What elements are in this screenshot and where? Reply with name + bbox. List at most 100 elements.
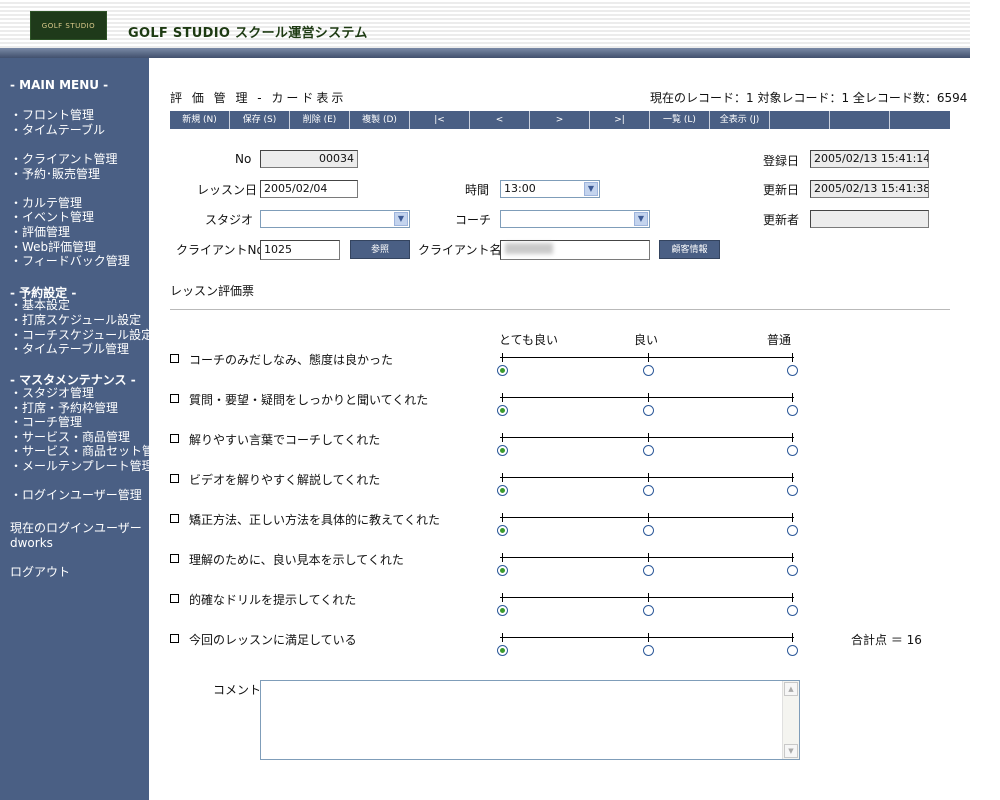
rating-radio-good[interactable] [643,445,654,456]
sidebar-item-events[interactable]: ・イベント管理 [10,210,94,225]
rating-scale-line [500,517,794,518]
prev-record-button[interactable]: < [470,111,530,129]
lesson-date-label: レッスン日 [197,183,258,197]
updated-label: 更新日 [763,183,800,197]
checkbox-square-icon [170,514,179,523]
divider [170,309,950,310]
new-button[interactable]: 新規 (N) [170,111,230,129]
updated-field[interactable]: 2005/02/13 15:41:38 [810,180,929,198]
sidebar-item-front[interactable]: ・フロント管理 [10,108,94,123]
sidebar-item-karte[interactable]: ・カルテ管理 [10,196,82,211]
sidebar-item-service-sets[interactable]: ・サービス・商品セット管理 [10,444,166,459]
rating-radio-average[interactable] [787,485,798,496]
question-text: 理解のために、良い見本を示してくれた [189,553,404,567]
rating-scale-line [500,397,794,398]
checkbox-square-icon [170,634,179,643]
sidebar-item-bay-schedule[interactable]: ・打席スケジュール設定 [10,313,141,328]
evaluation-question: 矯正方法、正しい方法を具体的に教えてくれた [170,511,440,528]
rating-radio-very-good[interactable] [497,605,508,616]
last-record-button[interactable]: >| [590,111,650,129]
show-all-button[interactable]: 全表示 (J) [710,111,770,129]
page-title: 評 価 管 理 - カード表示 [170,91,347,105]
rating-radio-very-good[interactable] [497,405,508,416]
login-user-name: dworks [10,536,53,550]
rating-radio-good[interactable] [643,525,654,536]
scroll-down-icon[interactable]: ▼ [784,744,798,758]
sidebar-item-login-users[interactable]: ・ログインユーザー管理 [10,488,142,503]
chevron-down-icon: ▼ [634,212,648,226]
comment-textarea[interactable]: ▲ ▼ [260,680,800,760]
sidebar-item-services[interactable]: ・サービス・商品管理 [10,430,130,445]
sidebar-item-web-evaluation[interactable]: ・Web評価管理 [10,240,96,255]
sidebar-item-feedback[interactable]: ・フィードバック管理 [10,254,130,269]
save-button[interactable]: 保存 (S) [230,111,290,129]
rating-radio-good[interactable] [643,365,654,376]
rating-radio-average[interactable] [787,445,798,456]
rating-radio-good[interactable] [643,565,654,576]
question-text: 今回のレッスンに満足している [189,633,357,647]
rating-scale-tick [502,513,503,522]
rating-radio-very-good[interactable] [497,485,508,496]
rating-scale-tick [792,353,793,362]
rating-radio-very-good[interactable] [497,445,508,456]
sidebar-item-bays[interactable]: ・打席・予約枠管理 [10,401,118,416]
evaluation-question: 質問・要望・疑問をしっかりと聞いてくれた [170,391,428,408]
customer-info-button[interactable]: 顧客情報 [659,240,720,259]
sidebar-item-coaches[interactable]: ・コーチ管理 [10,415,82,430]
lesson-date-field[interactable]: 2005/02/04 [260,180,358,198]
updater-field[interactable] [810,210,929,228]
rating-scale-line [500,597,794,598]
rating-radio-very-good[interactable] [497,365,508,376]
rating-radio-very-good[interactable] [497,645,508,656]
question-text: ビデオを解りやすく解説してくれた [189,473,381,487]
scroll-up-icon[interactable]: ▲ [784,682,798,696]
rating-radio-good[interactable] [643,485,654,496]
rating-scale-tick [792,433,793,442]
registered-field[interactable]: 2005/02/13 15:41:14 [810,150,929,168]
rating-radio-good[interactable] [643,645,654,656]
rating-scale-tick [502,633,503,642]
chevron-down-icon: ▼ [394,212,408,226]
rating-radio-average[interactable] [787,525,798,536]
sidebar-item-timetable-admin[interactable]: ・タイムテーブル管理 [10,342,129,357]
rating-radio-average[interactable] [787,645,798,656]
rating-radio-average[interactable] [787,605,798,616]
next-record-button[interactable]: > [530,111,590,129]
app-title: GOLF STUDIO スクール運営システム [128,26,368,41]
sidebar-item-studios[interactable]: ・スタジオ管理 [10,386,94,401]
rating-scale-tick [792,553,793,562]
list-view-button[interactable]: 一覧 (L) [650,111,710,129]
rating-radio-average[interactable] [787,405,798,416]
rating-radio-average[interactable] [787,565,798,576]
sidebar-item-clients[interactable]: ・クライアント管理 [10,152,118,167]
rating-radio-very-good[interactable] [497,565,508,576]
duplicate-button[interactable]: 複製 (D) [350,111,410,129]
rating-radio-good[interactable] [643,605,654,616]
sidebar-item-reservations[interactable]: ・予約･販売管理 [10,167,100,182]
scale-label-average: 普通 [767,333,792,347]
logout-link[interactable]: ログアウト [10,565,70,580]
studio-select[interactable]: ▼ [260,210,410,228]
first-record-button[interactable]: |< [410,111,470,129]
delete-button[interactable]: 削除 (E) [290,111,350,129]
sidebar-item-basic-settings[interactable]: ・基本設定 [10,298,70,313]
login-user-label: 現在のログインユーザー [10,521,142,535]
rating-radio-average[interactable] [787,365,798,376]
rating-radio-very-good[interactable] [497,525,508,536]
sidebar-item-evaluation[interactable]: ・評価管理 [10,225,70,240]
sidebar-item-timetable[interactable]: ・タイムテーブル [10,123,105,138]
no-field[interactable]: 00034 [260,150,358,168]
rating-radio-good[interactable] [643,405,654,416]
redacted-client-name [505,243,553,254]
rating-scale-line [500,557,794,558]
client-no-field[interactable]: 1025 [260,240,340,260]
coach-select[interactable]: ▼ [500,210,650,228]
time-select[interactable]: 13:00 ▼ [500,180,600,198]
toolbar-empty-slot [830,111,890,129]
reference-button[interactable]: 参照 [350,240,410,259]
sidebar-item-coach-schedule[interactable]: ・コーチスケジュール設定 [10,328,153,343]
sidebar-item-mail-templates[interactable]: ・メールテンプレート管理 [10,459,154,474]
coach-label: コーチ [455,213,492,227]
rating-scale-tick [648,473,649,482]
rating-scale-tick [792,513,793,522]
